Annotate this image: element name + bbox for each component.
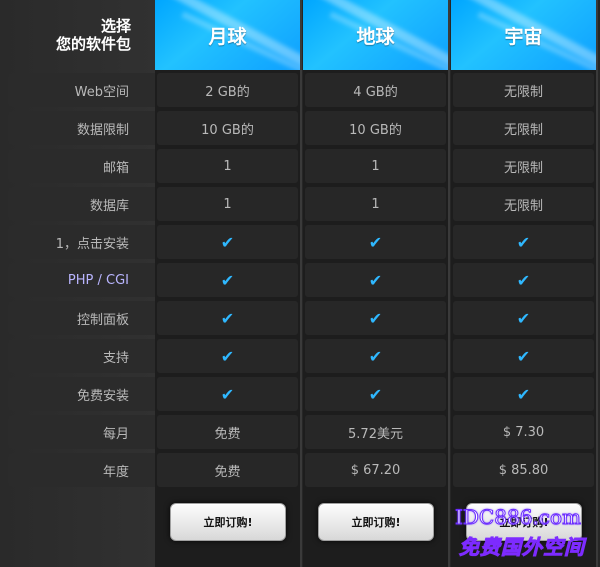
title-line-2: 您的软件包 [55,35,131,53]
cell-universe-control-panel: ✔ [453,301,594,335]
cell-earth-yearly: $ 67.20 [305,453,446,487]
cell-moon-php-cgi: ✔ [157,263,298,297]
cell-moon-control-panel: ✔ [157,301,298,335]
order-button-wrap-moon: 立即订购! [168,500,288,544]
check-icon: ✔ [516,308,531,328]
plan-name-earth: 地球 [356,25,395,48]
check-icon: ✔ [220,232,235,252]
cell-universe-web-space: 无限制 [453,73,594,107]
cell-universe-data-limit: 无限制 [453,111,594,145]
row-label-control-panel: 控制面板 [8,301,155,335]
watermark-slogan: 免费国外空间 [459,535,585,560]
cell-moon-monthly: 免费 [157,415,298,449]
cell-earth-support: ✔ [305,339,446,373]
cell-moon-data-limit: 10 GB的 [157,111,298,145]
row-label-php-cgi: PHP / CGI [8,263,155,297]
cell-universe-php-cgi: ✔ [453,263,594,297]
order-button-wrap-earth: 立即订购! [316,500,436,544]
row-label-data-limit: 数据限制 [8,111,155,145]
plan-header-universe: 宇宙 [451,0,596,70]
cell-earth-php-cgi: ✔ [305,263,446,297]
check-icon: ✔ [220,384,235,404]
cell-moon-database: 1 [157,187,298,221]
cell-universe-yearly: $ 85.80 [453,453,594,487]
row-label-support: 支持 [8,339,155,373]
cell-earth-one-click-install: ✔ [305,225,446,259]
cell-earth-control-panel: ✔ [305,301,446,335]
cell-universe-database: 无限制 [453,187,594,221]
plan-name-moon: 月球 [208,25,247,48]
cell-universe-free-install: ✔ [453,377,594,411]
cell-earth-email: 1 [305,149,446,183]
order-now-button-earth[interactable]: 立即订购! [318,503,434,541]
check-icon: ✔ [368,232,383,252]
watermark-site: IDC886.com [455,505,582,530]
title-line-1: 选择 [100,17,131,35]
row-label-database: 数据库 [8,187,155,221]
cell-universe-one-click-install: ✔ [453,225,594,259]
cell-moon-free-install: ✔ [157,377,298,411]
plan-header-moon: 月球 [155,0,300,70]
row-label-web-space: Web空间 [8,73,155,107]
cell-universe-monthly: $ 7.30 [453,415,594,449]
check-icon: ✔ [368,346,383,366]
cell-universe-support: ✔ [453,339,594,373]
cell-earth-free-install: ✔ [305,377,446,411]
row-label-yearly: 年度 [8,453,155,487]
page-title: 选择 您的软件包 [0,0,155,70]
check-icon: ✔ [220,308,235,328]
cell-earth-monthly: 5.72美元 [305,415,446,449]
cell-moon-web-space: 2 GB的 [157,73,298,107]
cell-earth-data-limit: 10 GB的 [305,111,446,145]
check-icon: ✔ [516,270,531,290]
order-now-button-moon[interactable]: 立即订购! [170,503,286,541]
plan-name-universe: 宇宙 [504,25,543,48]
watermark: IDC886.com 免费国外空间 [455,505,600,560]
check-icon: ✔ [220,270,235,290]
cell-moon-email: 1 [157,149,298,183]
row-label-free-install: 免费安装 [8,377,155,411]
cell-moon-yearly: 免费 [157,453,298,487]
row-label-one-click-install: 1，点击安装 [8,225,155,259]
cell-earth-web-space: 4 GB的 [305,73,446,107]
check-icon: ✔ [368,270,383,290]
row-label-email: 邮箱 [8,149,155,183]
check-icon: ✔ [220,346,235,366]
row-label-monthly: 每月 [8,415,155,449]
check-icon: ✔ [516,384,531,404]
check-icon: ✔ [516,346,531,366]
plan-header-earth: 地球 [303,0,448,70]
check-icon: ✔ [516,232,531,252]
check-icon: ✔ [368,308,383,328]
cell-moon-support: ✔ [157,339,298,373]
cell-moon-one-click-install: ✔ [157,225,298,259]
cell-earth-database: 1 [305,187,446,221]
cell-universe-email: 无限制 [453,149,594,183]
check-icon: ✔ [368,384,383,404]
